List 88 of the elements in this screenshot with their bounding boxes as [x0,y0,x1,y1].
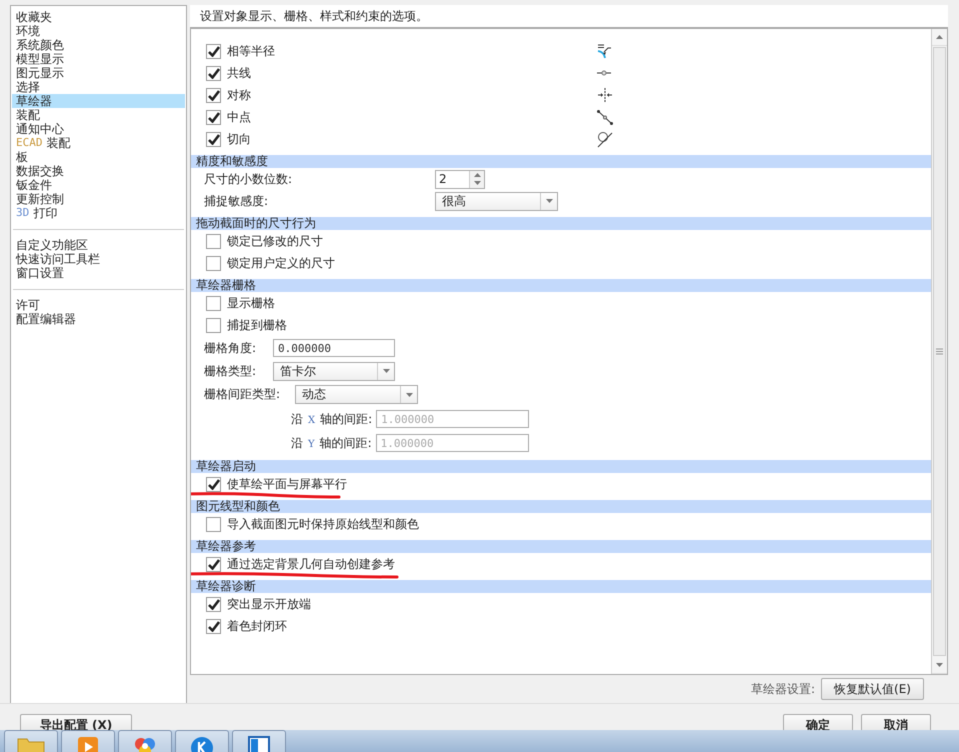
checkbox[interactable] [206,234,221,248]
section-header: 草绘器参考 [191,540,931,553]
option-label: 导入截面图元时保持原始线型和颜色 [227,516,419,532]
sidebar-item[interactable]: 装配 [12,108,185,122]
down-arrow-icon [546,199,552,203]
sidebar-item[interactable]: 选择 [12,80,185,94]
section-header: 草绘器诊断 [191,580,931,593]
option-label: 对称 [227,86,251,104]
checkbox[interactable] [206,318,221,332]
option-label: 共线 [227,64,251,82]
option-label: 显示栅格 [227,294,275,312]
play-icon[interactable] [75,735,101,752]
sidebar-item[interactable]: 窗口设置 [12,266,185,280]
sidebar-item[interactable]: 更新控制 [12,192,185,206]
dropdown[interactable]: 笛卡尔 [273,362,395,380]
sidebar-item[interactable]: 草绘器 [12,94,185,108]
option-label: 捕捉到栅格 [227,316,287,334]
checkbox[interactable] [206,132,221,146]
down-arrow-icon [382,369,390,373]
sidebar-item[interactable]: 收藏夹 [12,10,185,24]
checkbox[interactable] [206,66,221,80]
section-header: 草绘器启动 [191,460,931,473]
sidebar-item[interactable]: 快速访问工具栏 [12,252,185,266]
collinear-icon [596,70,612,76]
sidebar-item[interactable]: 系统颜色 [12,38,185,52]
sidebar-item[interactable]: 配置编辑器 [12,312,185,326]
field-label: 栅格间距类型: [204,386,282,403]
equal-radius-icon [596,42,614,60]
checkbox[interactable] [206,556,221,572]
checkbox[interactable] [206,88,221,102]
checkbox[interactable] [206,476,221,492]
checkbox[interactable] [206,110,221,124]
number-spinner[interactable]: 2 [435,170,485,188]
sidebar-item[interactable]: 数据交换 [12,164,185,178]
symmetry-icon [596,86,614,104]
checkbox[interactable] [206,256,221,270]
description-text: 设置对象显示、栅格、样式和约束的选项。 [190,5,948,29]
option-label: 通过选定背景几何自动创建参考 [227,556,395,572]
down-arrow-icon [406,392,412,396]
field-label: 栅格类型: [204,362,258,380]
scrollbar[interactable] [931,29,947,674]
window-icon[interactable] [246,735,272,752]
dropdown[interactable]: 动态 [295,385,418,404]
sidebar-item[interactable]: 3D 打印 [12,206,185,220]
sidebar-item[interactable]: 模型显示 [12,52,185,66]
sidebar-item[interactable]: 环境 [12,24,185,38]
checkbox[interactable] [206,296,221,310]
sidebar-item[interactable]: 钣金件 [12,178,185,192]
option-label: 锁定已修改的尺寸 [227,232,323,250]
field-label: 尺寸的小数位数: [204,170,294,188]
down-arrow-icon [474,181,480,186]
restore-defaults-button[interactable]: 恢复默认值(E) [821,678,924,700]
down-arrow-icon [936,663,943,667]
field-label: 捕捉敏感度: [204,192,270,210]
sidebar-item[interactable]: 板 [12,150,185,164]
checkbox[interactable] [206,618,221,634]
sidebar-item[interactable]: 图元显示 [12,66,185,80]
section-header: 精度和敏感度 [191,155,931,168]
midpoint-icon [596,108,614,126]
sidebar-item[interactable]: 许可 [12,298,185,312]
option-label: 相等半径 [227,42,275,60]
field-label: 沿 Y 轴的间距: [291,434,373,452]
section-header: 图元线型和颜色 [191,500,931,513]
section-header: 拖动截面时的尺寸行为 [191,217,931,230]
up-arrow-icon [474,172,480,177]
sidebar-item[interactable]: 自定义功能区 [12,238,185,252]
option-label: 着色封闭环 [227,618,287,634]
scroll-thumb[interactable] [933,47,946,656]
field-label: 栅格角度: [204,340,258,356]
option-label: 锁定用户定义的尺寸 [227,254,335,272]
option-label: 切向 [227,130,251,148]
checkbox[interactable] [206,44,221,58]
dialog-button[interactable]: 取消 [861,714,931,730]
sidebar-item[interactable]: ECAD 装配 [12,136,185,150]
input-field[interactable]: 0.000000 [273,339,395,357]
option-label: 中点 [227,108,251,126]
dropdown[interactable]: 很高 [435,192,558,210]
tangent-icon [596,130,614,148]
up-arrow-icon [936,35,943,39]
checkbox[interactable] [206,516,221,532]
sidebar-item[interactable]: 通知中心 [12,122,185,136]
section-header: 草绘器栅格 [191,279,931,292]
option-label: 使草绘平面与屏幕平行 [227,476,347,492]
checkbox[interactable] [206,596,221,612]
field-label: 沿 X 轴的间距: [291,410,374,428]
color-wheel-icon[interactable] [132,735,158,752]
option-label: 突出显示开放端 [227,596,311,612]
settings-label: 草绘器设置: [751,680,816,698]
